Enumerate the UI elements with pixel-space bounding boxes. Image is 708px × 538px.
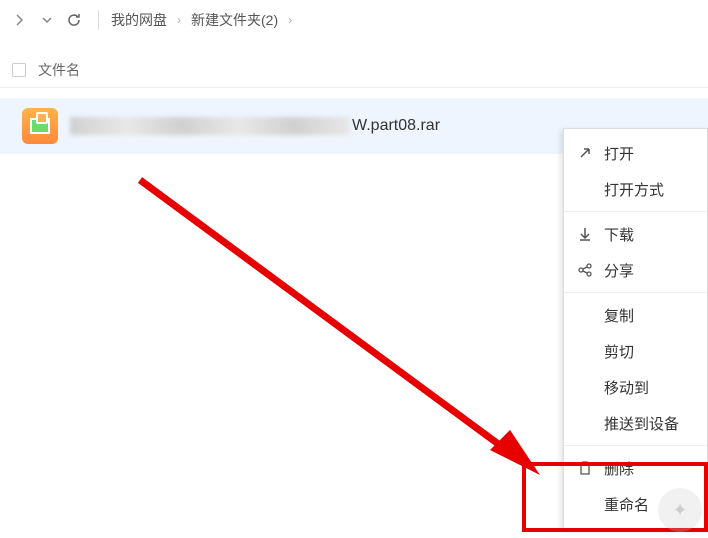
trash-icon [576,459,594,477]
menu-label: 重命名 [604,494,649,515]
file-name: W.part08.rar [70,117,440,135]
menu-separator [564,211,707,212]
menu-label: 打开方式 [604,179,664,200]
annotation-arrow [130,170,560,490]
toolbar-separator [98,10,99,30]
menu-open-with[interactable]: 打开方式 [564,171,707,207]
menu-share[interactable]: 分享 [564,252,707,288]
refresh-icon[interactable] [62,8,86,32]
chevron-right-icon: › [177,13,181,27]
menu-label: 打开 [604,143,634,164]
menu-label: 剪切 [604,341,634,362]
toolbar: 我的网盘 › 新建文件夹(2) › [0,0,708,40]
menu-move-to[interactable]: 移动到 [564,369,707,405]
menu-separator [564,445,707,446]
open-icon [576,144,594,162]
menu-push-to-device[interactable]: 推送到设备 [564,405,707,441]
menu-label: 复制 [604,305,634,326]
menu-label: 分享 [604,260,634,281]
menu-separator [564,292,707,293]
column-header-row: 文件名 [0,52,708,88]
breadcrumb-item[interactable]: 新建文件夹(2) [191,10,278,30]
breadcrumb-item[interactable]: 我的网盘 [111,10,167,30]
select-all-checkbox[interactable] [12,63,26,77]
watermark-icon: ✦ [658,488,702,532]
menu-label: 推送到设备 [604,413,679,434]
menu-label: 移动到 [604,377,649,398]
blurred-text [70,117,350,135]
menu-download[interactable]: 下载 [564,216,707,252]
archive-icon [22,108,58,144]
menu-label: 删除 [604,458,634,479]
context-menu: 打开 打开方式 下载 分享 复制 剪切 移动到 推送到设备 删除 [563,128,708,529]
download-icon [576,225,594,243]
column-header-filename[interactable]: 文件名 [38,60,80,80]
file-name-suffix: W.part08.rar [352,117,440,135]
menu-cut[interactable]: 剪切 [564,333,707,369]
breadcrumb: 我的网盘 › 新建文件夹(2) › [111,10,292,30]
nav-dropdown-icon[interactable] [40,8,54,32]
menu-label: 下载 [604,224,634,245]
menu-copy[interactable]: 复制 [564,297,707,333]
nav-forward-icon[interactable] [8,8,32,32]
menu-open[interactable]: 打开 [564,135,707,171]
chevron-right-icon: › [288,13,292,27]
share-icon [576,261,594,279]
menu-delete[interactable]: 删除 [564,450,707,486]
